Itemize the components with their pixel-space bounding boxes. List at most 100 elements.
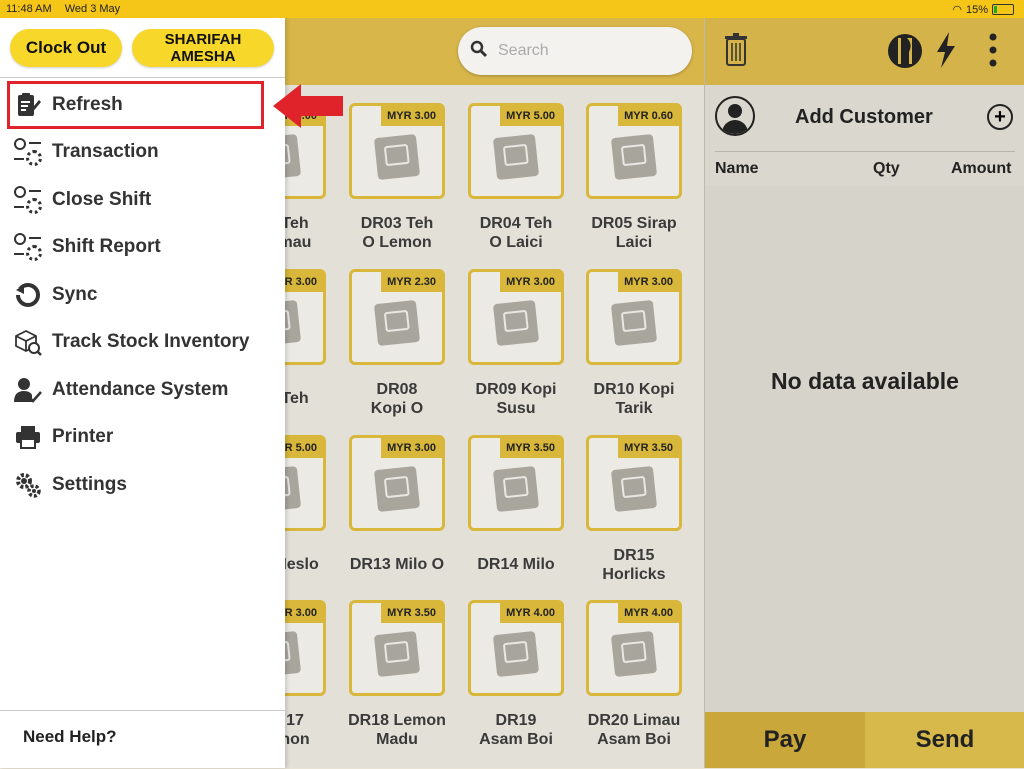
cogs-transfer-icon [14, 233, 42, 262]
image-placeholder-icon [492, 630, 540, 678]
menu-item-label: Attendance System [52, 378, 229, 400]
customer-avatar-icon [715, 96, 755, 136]
box-search-icon [14, 328, 42, 357]
image-placeholder-icon [492, 299, 540, 347]
user-name-line1: SHARIFAH [164, 31, 242, 48]
send-button[interactable]: Send [865, 712, 1024, 768]
product-name: DR08 Kopi O [370, 381, 424, 417]
status-bar: 11:48 AM Wed 3 May ◠ 15% [0, 0, 1024, 18]
image-placeholder-icon [492, 465, 540, 513]
menu-item-label: Refresh [52, 93, 123, 115]
search-icon [470, 40, 488, 63]
need-help-section[interactable]: Need Help? [0, 710, 285, 769]
menu-item-refresh[interactable]: Refresh [0, 81, 285, 129]
column-amount: Amount [951, 160, 1012, 177]
status-time: 11:48 AM [6, 3, 52, 15]
drawer-header: Clock Out SHARIFAH AMESHA [0, 18, 285, 78]
cart-toolbar [705, 18, 1024, 85]
product-name: DR14 Milo [477, 556, 555, 573]
catalog-header: Search [285, 18, 704, 85]
pointer-arrow-icon [273, 84, 343, 128]
clock-out-button[interactable]: Clock Out [10, 29, 122, 67]
menu-item-label: Printer [52, 426, 114, 448]
cogs-transfer-icon [14, 138, 42, 167]
add-customer-row[interactable]: Add Customer + [705, 96, 1024, 140]
menu-item-shift-report[interactable]: Shift Report [0, 224, 285, 272]
product-name: DR04 Teh O Laici [479, 215, 553, 251]
product-name: DR15 Horlicks [602, 547, 666, 583]
clipboard-edit-icon [14, 91, 42, 119]
lightning-icon[interactable] [935, 32, 957, 75]
search-input[interactable]: Search [458, 27, 692, 75]
image-placeholder-icon [373, 630, 421, 678]
menu-item-settings[interactable]: Settings [0, 461, 285, 509]
product-name: Teh [285, 390, 309, 407]
product-tile[interactable]: MYR 3.00 [468, 269, 564, 365]
image-placeholder-icon [285, 299, 302, 347]
cogs-transfer-icon [14, 185, 42, 214]
sync-icon [14, 281, 42, 309]
product-tile[interactable]: MYR 3.00 [285, 269, 326, 365]
image-placeholder-icon [285, 465, 302, 513]
product-tile[interactable]: MYR 4.00 [468, 600, 564, 696]
image-placeholder-icon [373, 299, 421, 347]
search-placeholder: Search [498, 42, 549, 59]
menu-item-attendance-system[interactable]: Attendance System [0, 366, 285, 414]
product-tile[interactable]: MYR 3.50 [468, 435, 564, 531]
product-name: Teh mau [285, 215, 312, 251]
empty-cart-message: No data available [771, 368, 959, 394]
image-placeholder-icon [610, 465, 658, 513]
product-tile[interactable]: MYR 0.60 [586, 103, 682, 199]
product-tile[interactable]: MYR 5.00 [468, 103, 564, 199]
menu-item-track-stock-inventory[interactable]: Track Stock Inventory [0, 319, 285, 367]
dining-icon[interactable] [887, 32, 923, 77]
product-tile[interactable]: MYR 3.00 [349, 435, 445, 531]
menu-item-label: Shift Report [52, 236, 161, 258]
add-customer-plus-icon[interactable]: + [987, 104, 1013, 130]
product-name: DR19 Asam Boi [479, 712, 553, 748]
image-placeholder-icon [610, 133, 658, 181]
product-tile[interactable]: MYR 5.00 [285, 435, 326, 531]
product-name: DR03 Teh O Lemon [360, 215, 434, 251]
printer-icon [14, 423, 42, 451]
product-tile[interactable]: MYR 4.00 [586, 600, 682, 696]
product-tile[interactable]: MYR 3.50 [349, 600, 445, 696]
user-name-line2: AMESHA [170, 48, 236, 65]
add-customer-label: Add Customer [795, 106, 933, 128]
product-name: DR05 Sirap Laici [591, 215, 677, 251]
menu-item-close-shift[interactable]: Close Shift [0, 176, 285, 224]
product-tile[interactable]: MYR 3.00 [586, 269, 682, 365]
menu-item-label: Settings [52, 473, 127, 495]
product-tile[interactable]: MYR 3.00 [285, 600, 326, 696]
cart-panel: Add Customer + Name Qty Amount No data a… [704, 18, 1024, 768]
menu-item-label: Close Shift [52, 188, 152, 210]
product-tile[interactable]: MYR 3.00 [349, 103, 445, 199]
trash-icon[interactable] [725, 33, 747, 74]
product-name: DR10 Kopi Tarik [593, 381, 675, 417]
need-help-link[interactable]: Need Help? [23, 727, 117, 747]
image-placeholder-icon [373, 465, 421, 513]
product-tile[interactable]: MYR 2.30 [349, 269, 445, 365]
product-name: DR13 Milo O [349, 556, 445, 573]
pay-button[interactable]: Pay [705, 712, 865, 768]
drawer-menu: Refresh Transaction Close Shift Shift Re… [0, 81, 285, 509]
menu-item-printer[interactable]: Printer [0, 414, 285, 462]
image-placeholder-icon [285, 630, 302, 678]
menu-item-sync[interactable]: Sync [0, 271, 285, 319]
cart-items: No data available [705, 186, 1024, 712]
image-placeholder-icon [492, 133, 540, 181]
battery-percent: 15% [965, 3, 988, 16]
user-name-button[interactable]: SHARIFAH AMESHA [132, 29, 274, 67]
menu-item-label: Transaction [52, 141, 159, 163]
status-date: Wed 3 May [64, 3, 121, 15]
menu-item-label: Sync [52, 283, 98, 305]
product-name: 17 non [285, 712, 310, 748]
wifi-icon: ◠ [952, 4, 962, 16]
image-placeholder-icon [285, 133, 302, 181]
battery-icon [992, 4, 1014, 15]
gears-icon [14, 471, 42, 499]
more-menu-icon[interactable] [989, 32, 997, 75]
menu-item-transaction[interactable]: Transaction [0, 129, 285, 177]
product-tile[interactable]: MYR 3.50 [586, 435, 682, 531]
product-name: DR20 Limau Asam Boi [587, 712, 681, 748]
